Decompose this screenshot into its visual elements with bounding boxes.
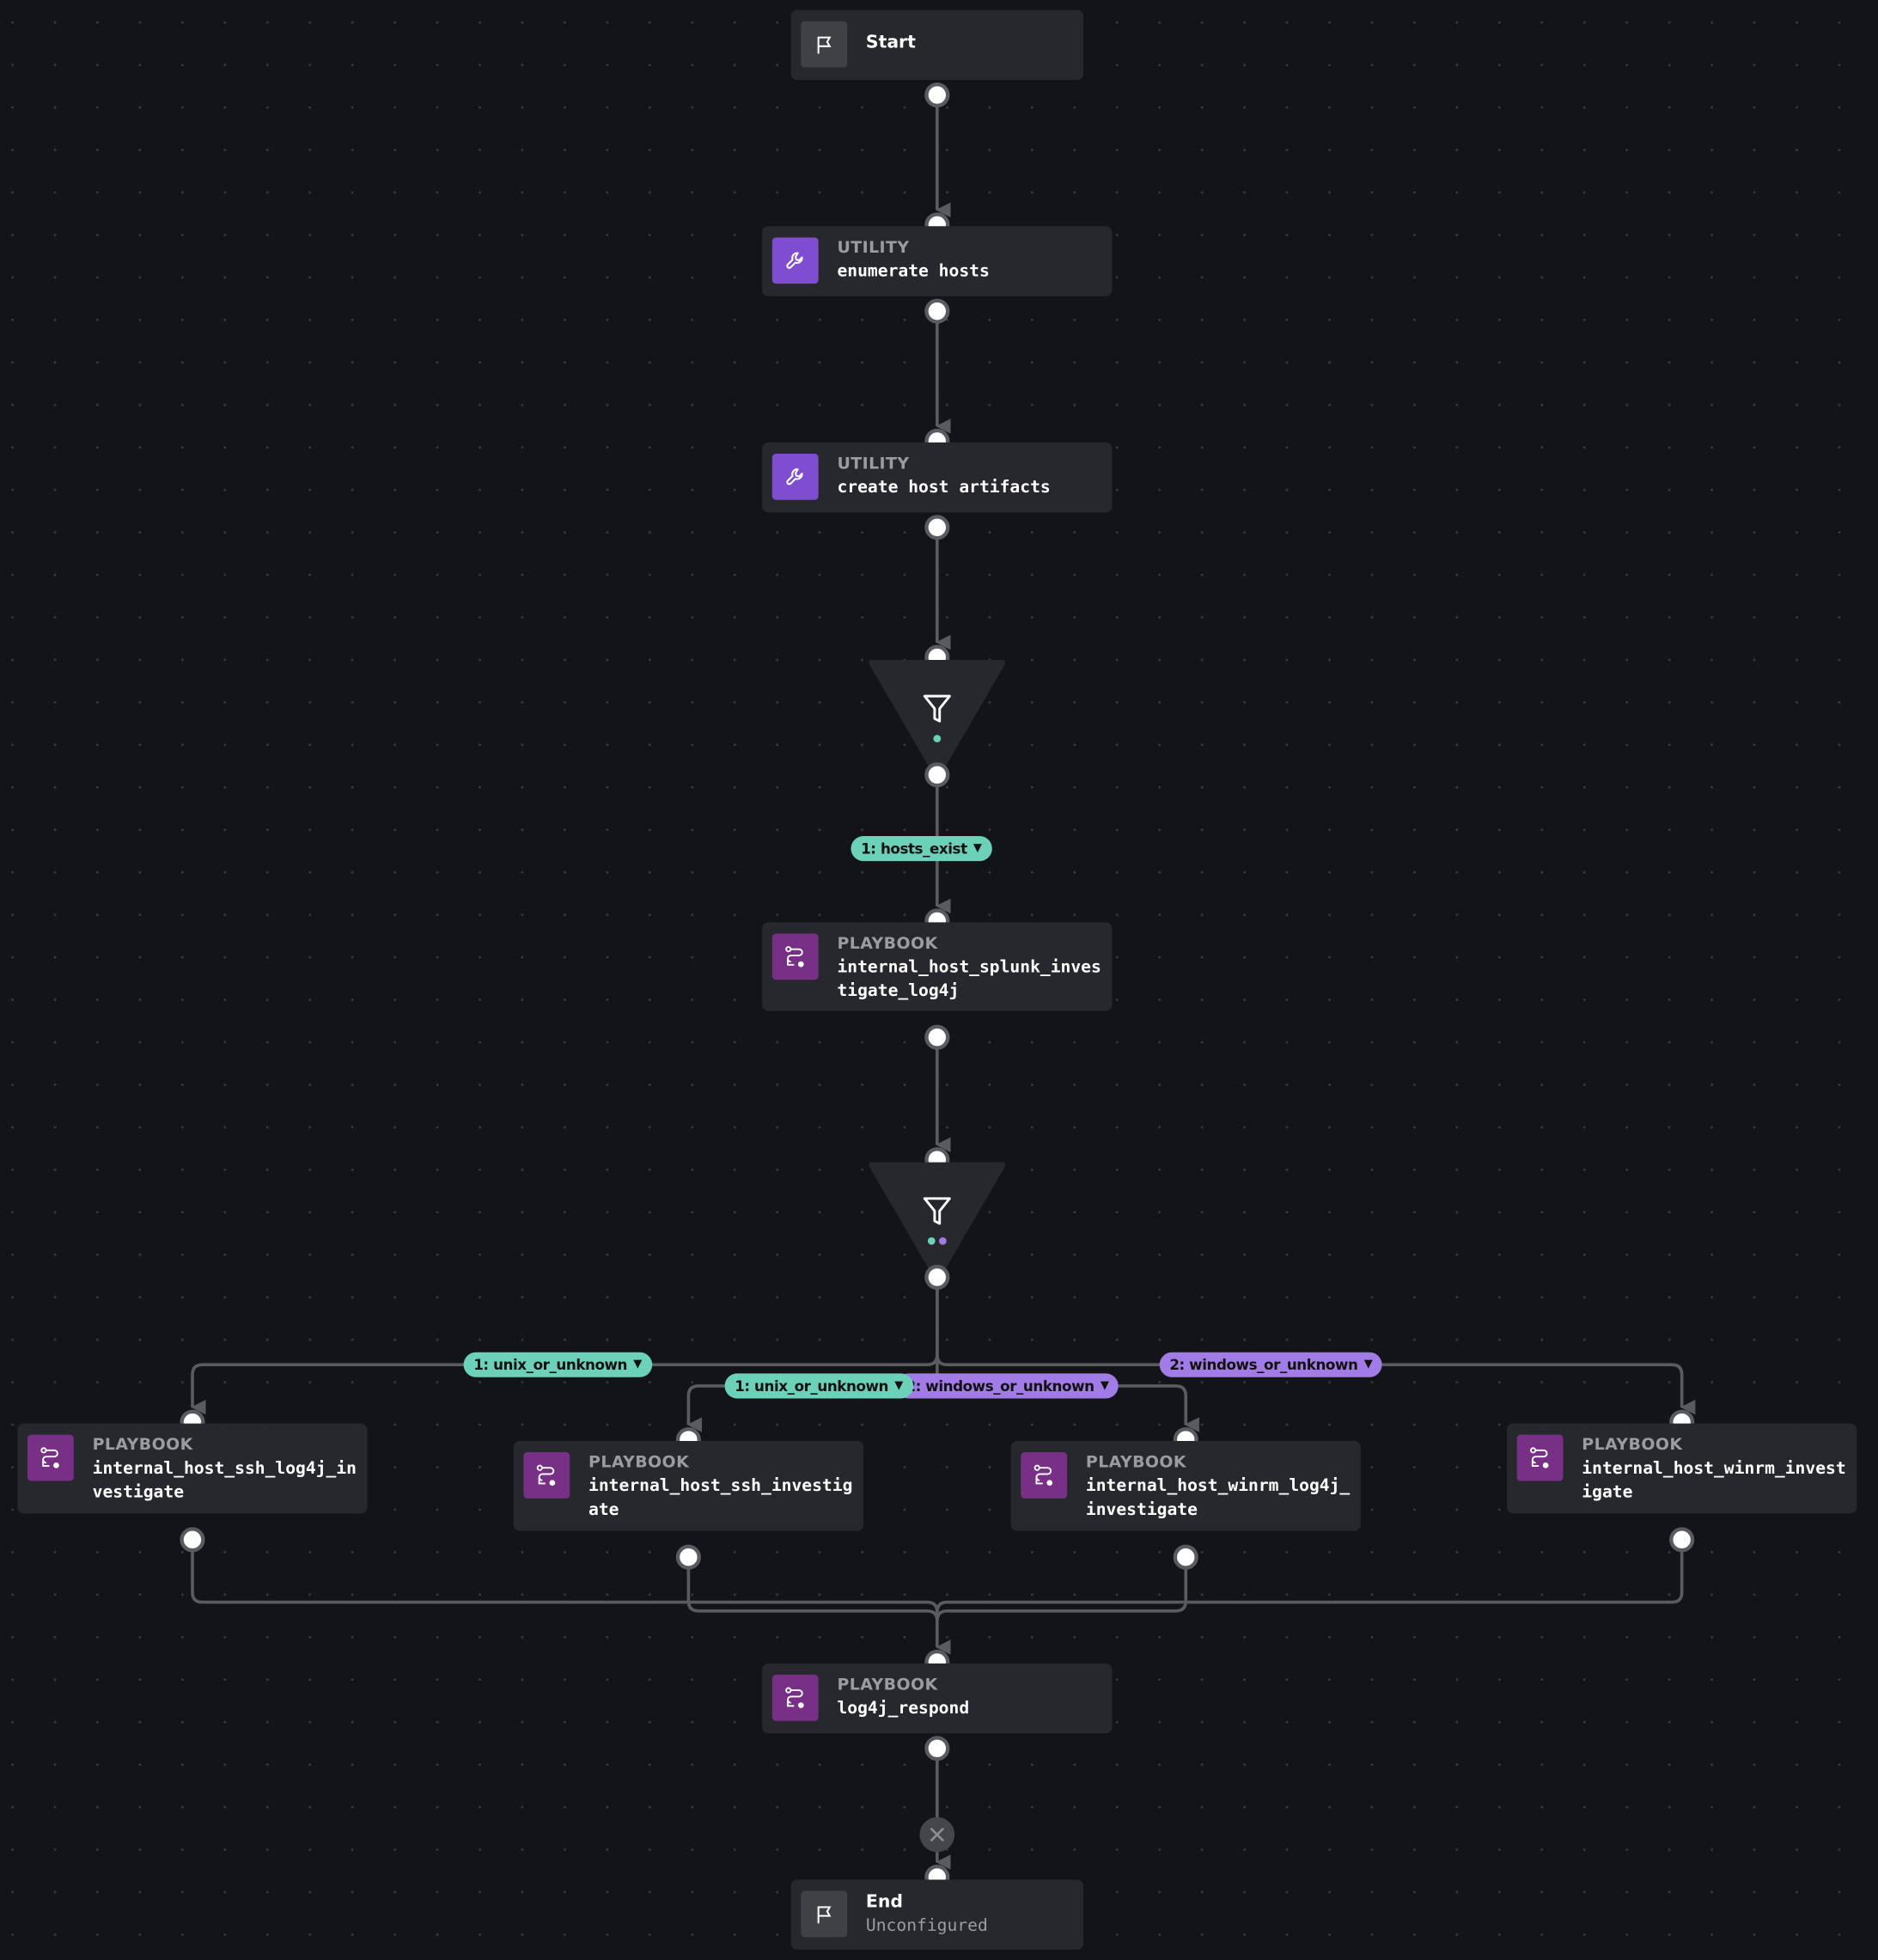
branch-dot-purple bbox=[939, 1236, 947, 1245]
playbook-node-winrm-investigate[interactable]: PLAYBOOK internal_host_winrm_investigate bbox=[1507, 1423, 1857, 1514]
playbook-icon bbox=[771, 933, 819, 980]
flag-icon bbox=[801, 21, 848, 68]
caret-down-icon: ▼ bbox=[894, 1379, 903, 1393]
wrench-icon bbox=[771, 453, 819, 500]
node-title: End bbox=[865, 1892, 903, 1913]
branch-label-unix-mid[interactable]: 1: unix_or_unknown ▼ bbox=[724, 1373, 913, 1399]
branch-label-text: 1: hosts_exist bbox=[861, 840, 967, 858]
decision-node-2[interactable] bbox=[867, 1160, 1007, 1280]
node-title: enumerate hosts bbox=[837, 260, 990, 282]
node-subtitle: Unconfigured bbox=[865, 1914, 988, 1936]
node-kind: UTILITY bbox=[837, 455, 910, 474]
node-kind: PLAYBOOK bbox=[837, 934, 938, 954]
branch-label-text: 1: unix_or_unknown bbox=[735, 1377, 889, 1395]
branch-label-hosts-exist[interactable]: 1: hosts_exist ▼ bbox=[851, 836, 992, 862]
delete-connection-button[interactable] bbox=[919, 1817, 955, 1853]
playbook-node-log4j-respond[interactable]: PLAYBOOK log4j_respond bbox=[762, 1663, 1113, 1734]
branch-label-text: 2: windows_or_unknown bbox=[1169, 1356, 1358, 1374]
playbook-node-ssh-investigate[interactable]: PLAYBOOK internal_host_ssh_investigate bbox=[513, 1440, 864, 1531]
create-output-handle[interactable] bbox=[924, 515, 950, 540]
respond-output-handle[interactable] bbox=[924, 1736, 950, 1762]
playbook-icon bbox=[771, 1674, 819, 1721]
caret-down-icon: ▼ bbox=[1100, 1379, 1109, 1393]
decision-node-1[interactable] bbox=[867, 657, 1007, 778]
end-node[interactable]: End Unconfigured bbox=[790, 1879, 1083, 1950]
splunk-output-handle[interactable] bbox=[924, 1024, 950, 1050]
node-kind: PLAYBOOK bbox=[92, 1436, 193, 1455]
flag-icon bbox=[801, 1890, 848, 1938]
playbook-node-splunk[interactable]: PLAYBOOK internal_host_splunk_investigat… bbox=[762, 922, 1113, 1011]
node-title: internal_host_winrm_log4j_investigate bbox=[1085, 1475, 1351, 1519]
utility-node-create-host-artifacts[interactable]: UTILITY create host artifacts bbox=[762, 442, 1113, 513]
caret-down-icon: ▼ bbox=[1363, 1358, 1373, 1371]
edge-winrm-inv-respond bbox=[936, 1549, 1684, 1613]
node-title: Start bbox=[865, 32, 916, 53]
node-kind: PLAYBOOK bbox=[1085, 1453, 1187, 1473]
edge-ssh-log4j-respond bbox=[191, 1549, 951, 1655]
node-title: internal_host_splunk_investigate_log4j bbox=[837, 957, 1101, 1001]
branch-label-windows-right[interactable]: 2: windows_or_unknown ▼ bbox=[1159, 1352, 1383, 1377]
playbook-node-winrm-log4j[interactable]: PLAYBOOK internal_host_winrm_log4j_inves… bbox=[1010, 1440, 1361, 1531]
playbook-icon bbox=[1021, 1452, 1068, 1499]
utility-node-enumerate-hosts[interactable]: UTILITY enumerate hosts bbox=[762, 226, 1113, 296]
caret-down-icon: ▼ bbox=[633, 1358, 642, 1371]
node-kind: UTILITY bbox=[837, 238, 910, 258]
node-kind: PLAYBOOK bbox=[588, 1453, 690, 1473]
node-title: create host artifacts bbox=[837, 477, 1051, 498]
edge-decision2-winrm-log4j bbox=[936, 1287, 1199, 1432]
ssh-inv-output-handle[interactable] bbox=[675, 1544, 701, 1570]
node-kind: PLAYBOOK bbox=[1582, 1436, 1683, 1455]
winrm-inv-output-handle[interactable] bbox=[1669, 1527, 1695, 1553]
edge-ssh-inv-respond bbox=[686, 1566, 939, 1621]
winrm-log4j-output-handle[interactable] bbox=[1173, 1544, 1198, 1570]
node-title: log4j_respond bbox=[837, 1698, 970, 1719]
start-output-handle[interactable] bbox=[924, 82, 950, 108]
edge-winrm-log4j-respond bbox=[936, 1566, 1188, 1621]
ssh-log4j-output-handle[interactable] bbox=[180, 1527, 205, 1553]
branch-dot-green bbox=[933, 735, 942, 742]
wrench-icon bbox=[771, 237, 819, 284]
branch-label-text: 1: unix_or_unknown bbox=[473, 1356, 628, 1374]
close-icon bbox=[930, 1827, 945, 1842]
playbook-canvas[interactable]: Start UTILITY enumerate hosts UTILITY cr… bbox=[0, 0, 1878, 1960]
node-title: internal_host_winrm_investigate bbox=[1582, 1458, 1846, 1502]
start-node[interactable]: Start bbox=[790, 9, 1083, 81]
branch-dot-green bbox=[927, 1236, 936, 1245]
edge-decision2-ssh-inv bbox=[686, 1287, 939, 1432]
decision1-output-handle[interactable] bbox=[924, 762, 950, 788]
playbook-node-ssh-log4j[interactable]: PLAYBOOK internal_host_ssh_log4j_investi… bbox=[17, 1423, 368, 1514]
branch-label-windows-mid[interactable]: 2: windows_or_unknown ▼ bbox=[895, 1373, 1119, 1399]
playbook-icon bbox=[27, 1434, 74, 1481]
branch-label-unix-left[interactable]: 1: unix_or_unknown ▼ bbox=[463, 1352, 652, 1377]
node-title: internal_host_ssh_investigate bbox=[588, 1475, 853, 1519]
playbook-icon bbox=[1516, 1434, 1564, 1481]
caret-down-icon: ▼ bbox=[973, 842, 982, 855]
node-kind: PLAYBOOK bbox=[837, 1676, 938, 1695]
node-title: internal_host_ssh_log4j_investigate bbox=[92, 1458, 357, 1502]
enumerate-output-handle[interactable] bbox=[924, 298, 950, 324]
decision2-output-handle[interactable] bbox=[924, 1264, 950, 1290]
branch-label-text: 2: windows_or_unknown bbox=[905, 1377, 1094, 1395]
playbook-icon bbox=[523, 1452, 570, 1499]
